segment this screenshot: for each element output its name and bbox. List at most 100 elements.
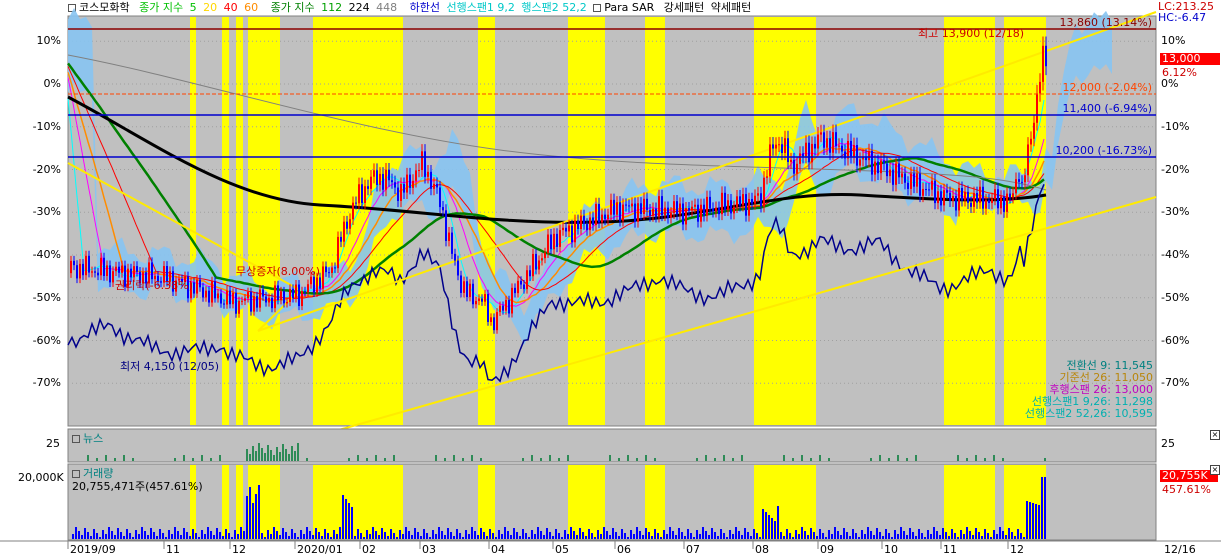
volume-bar bbox=[615, 532, 617, 539]
strong-band bbox=[222, 17, 229, 425]
candle-body bbox=[1015, 179, 1017, 194]
volume-bar bbox=[498, 530, 500, 539]
volume-bar bbox=[342, 495, 344, 539]
candle-body bbox=[436, 183, 438, 188]
volume-bar bbox=[573, 531, 575, 539]
candle-body bbox=[805, 142, 807, 157]
volume-bar bbox=[171, 534, 173, 539]
candle-body bbox=[952, 195, 954, 201]
y-tick-left: -20% bbox=[32, 162, 61, 176]
candle-body bbox=[268, 297, 270, 303]
volume-bar bbox=[843, 528, 845, 539]
candle-body bbox=[787, 138, 789, 162]
volume-bar bbox=[405, 527, 407, 539]
volume-bar bbox=[954, 533, 956, 539]
rights-marker: 권리락(-6.38%) bbox=[115, 279, 193, 292]
volume-bar bbox=[777, 506, 779, 539]
volume-bar bbox=[534, 534, 536, 539]
y-tick-right: 10% bbox=[1161, 34, 1186, 48]
candle-body bbox=[346, 221, 348, 229]
volume-bar bbox=[156, 536, 158, 539]
volume-bar bbox=[144, 531, 146, 539]
volume-bar bbox=[396, 537, 398, 539]
volume-bar bbox=[528, 537, 530, 539]
candle-body bbox=[520, 280, 522, 285]
news-bar bbox=[888, 458, 890, 461]
candle-body bbox=[1024, 175, 1026, 183]
candle-body bbox=[475, 300, 477, 305]
candle-body bbox=[709, 196, 711, 209]
volume-bar bbox=[939, 535, 941, 539]
volume-bar bbox=[543, 535, 545, 539]
candle-body bbox=[277, 285, 279, 301]
volume-bar bbox=[927, 530, 929, 539]
candle-body bbox=[115, 266, 117, 272]
volume-bar bbox=[807, 535, 809, 539]
candle-body bbox=[931, 180, 933, 190]
news-close-icon[interactable]: × bbox=[1210, 430, 1220, 440]
candle-body bbox=[946, 190, 948, 193]
volume-bar bbox=[729, 530, 731, 539]
candle-body bbox=[385, 169, 387, 190]
candle-body bbox=[79, 263, 81, 279]
candle-body bbox=[241, 300, 243, 302]
volume-close-icon[interactable]: × bbox=[1210, 465, 1220, 475]
volume-bar bbox=[741, 535, 743, 539]
current-price-change: 6.12% bbox=[1162, 66, 1197, 79]
volume-bar bbox=[333, 530, 335, 539]
volume-bar bbox=[480, 528, 482, 539]
strong-band bbox=[190, 465, 196, 539]
volume-bar bbox=[408, 531, 410, 539]
candle-body bbox=[397, 187, 399, 201]
volume-bar bbox=[357, 529, 359, 539]
volume-bar bbox=[978, 532, 980, 539]
volume-bar bbox=[264, 537, 266, 539]
candle-body bbox=[793, 159, 795, 174]
volume-bar bbox=[558, 533, 560, 539]
volume-bar bbox=[1029, 502, 1031, 539]
volume-bar bbox=[720, 529, 722, 539]
volume-bar bbox=[462, 537, 464, 539]
volume-bar bbox=[708, 535, 710, 539]
volume-bar bbox=[147, 535, 149, 539]
candle-body bbox=[244, 298, 246, 301]
news-bar bbox=[480, 458, 482, 461]
volume-bar bbox=[546, 528, 548, 539]
news-bar bbox=[645, 455, 647, 461]
volume-bar bbox=[903, 531, 905, 539]
news-bar bbox=[705, 455, 707, 461]
volume-bar bbox=[900, 527, 902, 539]
news-bar bbox=[714, 458, 716, 461]
volume-bar bbox=[1002, 531, 1004, 539]
min-marker: 최저 4,150 (12/05) bbox=[120, 360, 220, 373]
news-bar bbox=[276, 447, 278, 461]
candle-body bbox=[250, 292, 252, 312]
candle-body bbox=[208, 290, 210, 303]
candle-body bbox=[409, 174, 411, 188]
candle-body bbox=[646, 198, 648, 211]
volume-bar bbox=[582, 532, 584, 539]
candle-body bbox=[550, 234, 552, 250]
candle-body bbox=[748, 198, 750, 216]
candle-body bbox=[586, 224, 588, 231]
candle-body bbox=[664, 207, 666, 216]
candle-body bbox=[955, 195, 957, 211]
candle-body bbox=[1021, 181, 1023, 183]
x-tick-label: 05 bbox=[555, 543, 569, 556]
x-tick-label: 04 bbox=[491, 543, 505, 556]
y-tick-left: -40% bbox=[32, 248, 61, 261]
candle-body bbox=[289, 288, 291, 302]
candle-body bbox=[463, 281, 465, 293]
volume-bar bbox=[996, 534, 998, 539]
candle-body bbox=[457, 260, 459, 276]
volume-bar bbox=[921, 533, 923, 539]
candle-body bbox=[973, 192, 975, 207]
volume-bar bbox=[153, 532, 155, 539]
news-bar bbox=[105, 455, 107, 461]
volume-bar bbox=[84, 528, 86, 539]
candle-body bbox=[901, 173, 903, 178]
volume-bar bbox=[747, 532, 749, 539]
volume-bar bbox=[624, 533, 626, 539]
candle-body bbox=[478, 298, 480, 301]
x-tick-label: 08 bbox=[755, 543, 769, 556]
